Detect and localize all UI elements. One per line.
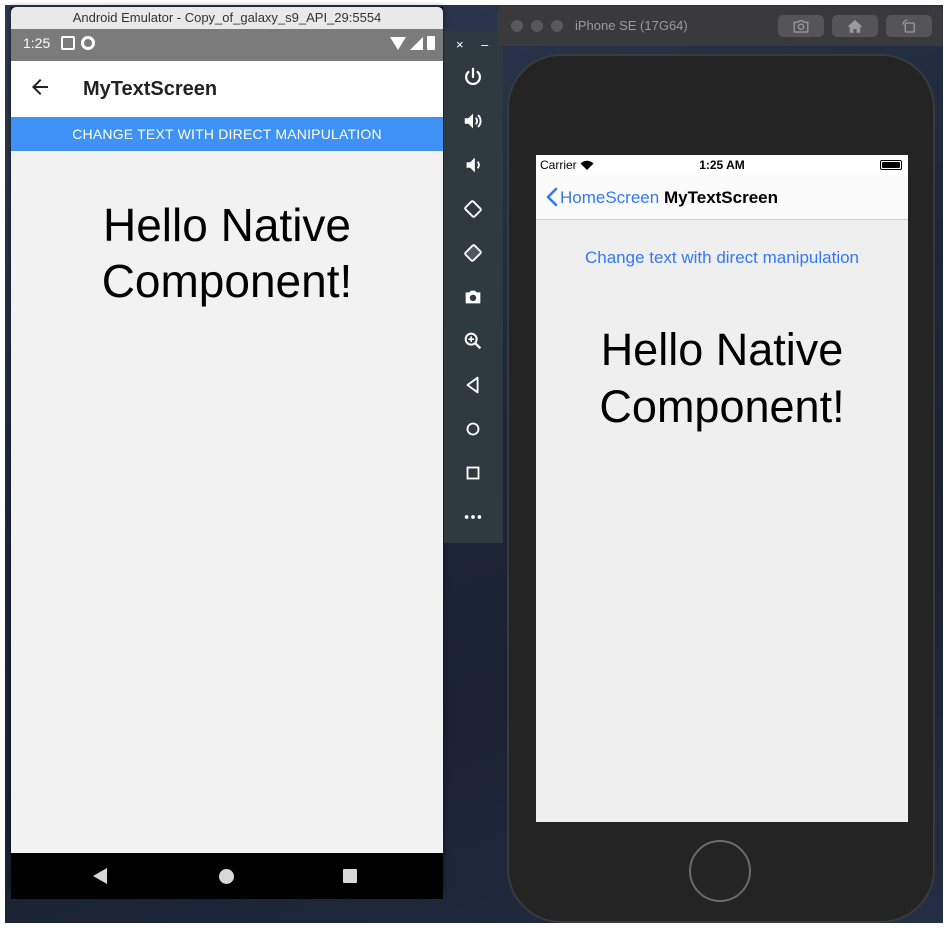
power-icon[interactable] xyxy=(460,64,486,90)
android-window-title[interactable]: Android Emulator - Copy_of_galaxy_s9_API… xyxy=(11,7,443,29)
home-button-toolbar[interactable] xyxy=(832,15,878,37)
hello-native-component-text: Hello Native Component! xyxy=(11,197,443,309)
battery-icon xyxy=(880,160,902,170)
back-button-label[interactable]: HomeScreen xyxy=(560,188,659,208)
change-text-button[interactable]: CHANGE TEXT WITH DIRECT MANIPULATION xyxy=(11,117,443,151)
android-notification-icons xyxy=(61,36,95,50)
ios-navigation-bar: HomeScreen MyTextScreen xyxy=(536,175,908,220)
chevron-left-icon[interactable] xyxy=(543,187,561,207)
android-content-area: Hello Native Component! xyxy=(11,151,443,853)
android-app-bar: MyTextScreen xyxy=(11,61,443,117)
zoom-icon[interactable] xyxy=(460,328,486,354)
ios-clock: 1:25 AM xyxy=(699,158,745,172)
hello-line-1: Hello Native xyxy=(600,324,844,375)
hello-native-component-text: Hello Native Component! xyxy=(536,321,908,435)
nav-home-icon[interactable] xyxy=(219,869,234,884)
toolbar-minimize-button[interactable]: – xyxy=(481,37,488,52)
ios-screen: Carrier 1:25 AM HomeScreen MyTextScreen … xyxy=(536,155,908,822)
battery-icon xyxy=(427,36,435,50)
close-window-button[interactable] xyxy=(511,20,523,32)
volume-up-icon[interactable] xyxy=(460,108,486,134)
overview-icon[interactable] xyxy=(460,460,486,486)
ios-screen-title: MyTextScreen xyxy=(664,188,779,207)
wifi-icon xyxy=(390,36,406,50)
android-navigation-bar xyxy=(11,853,443,899)
screenshot-icon xyxy=(793,20,809,33)
signal-icon xyxy=(410,36,423,50)
android-status-bar: 1:25 xyxy=(11,29,443,61)
android-status-time: 1:25 xyxy=(23,35,51,51)
home-icon[interactable] xyxy=(460,416,486,442)
nav-back-icon[interactable] xyxy=(93,868,107,884)
camera-icon[interactable] xyxy=(460,284,486,310)
volume-down-icon[interactable] xyxy=(460,152,486,178)
screenshot-button[interactable] xyxy=(778,15,824,37)
rotate-left-icon[interactable] xyxy=(460,196,486,222)
android-screen-title: MyTextScreen xyxy=(83,78,218,100)
more-icon[interactable] xyxy=(460,504,486,530)
nav-recents-icon[interactable] xyxy=(343,869,357,883)
change-text-link[interactable]: Change text with direct manipulation xyxy=(536,248,908,268)
android-emulator-window: Android Emulator - Copy_of_galaxy_s9_API… xyxy=(11,7,443,899)
arrow-back-icon[interactable] xyxy=(28,75,52,99)
home-icon xyxy=(847,20,863,33)
back-icon[interactable] xyxy=(460,372,486,398)
hello-line-2: Component! xyxy=(599,381,845,432)
android-system-icons xyxy=(390,36,435,50)
sync-icon xyxy=(81,36,95,50)
iphone-home-button[interactable] xyxy=(689,840,751,902)
emulator-toolbar: × – xyxy=(444,31,503,543)
rotate-right-icon[interactable] xyxy=(460,240,486,266)
gmail-icon xyxy=(61,36,75,50)
toolbar-close-button[interactable]: × xyxy=(456,37,464,52)
hello-line-1: Hello Native xyxy=(103,199,351,251)
rotate-button[interactable] xyxy=(886,15,932,37)
zoom-window-button[interactable] xyxy=(551,20,563,32)
hello-line-2: Component! xyxy=(101,255,353,307)
ios-window-title: iPhone SE (17G64) xyxy=(575,18,688,33)
ios-window-titlebar[interactable]: iPhone SE (17G64) xyxy=(497,6,943,46)
ios-status-bar: Carrier 1:25 AM xyxy=(536,155,908,175)
rotate-icon xyxy=(902,19,915,33)
minimize-window-button[interactable] xyxy=(531,20,543,32)
